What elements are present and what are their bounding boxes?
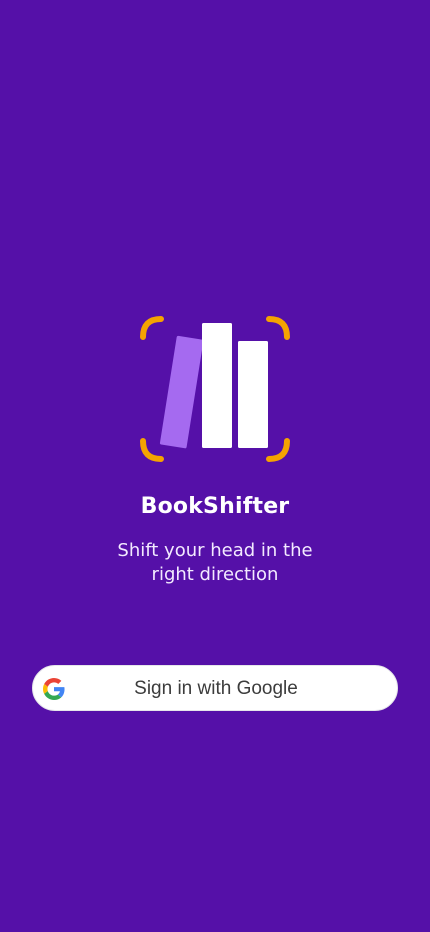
google-sign-in-label: Sign in with Google <box>134 678 298 699</box>
bookshelf-logo-icon <box>140 316 290 462</box>
login-screen: BookShifter Shift your head in the right… <box>0 0 430 932</box>
app-tagline: Shift your head in the right direction <box>117 540 313 585</box>
app-title: BookShifter <box>140 494 290 519</box>
google-sign-in-button[interactable]: Sign in with Google <box>32 665 398 711</box>
